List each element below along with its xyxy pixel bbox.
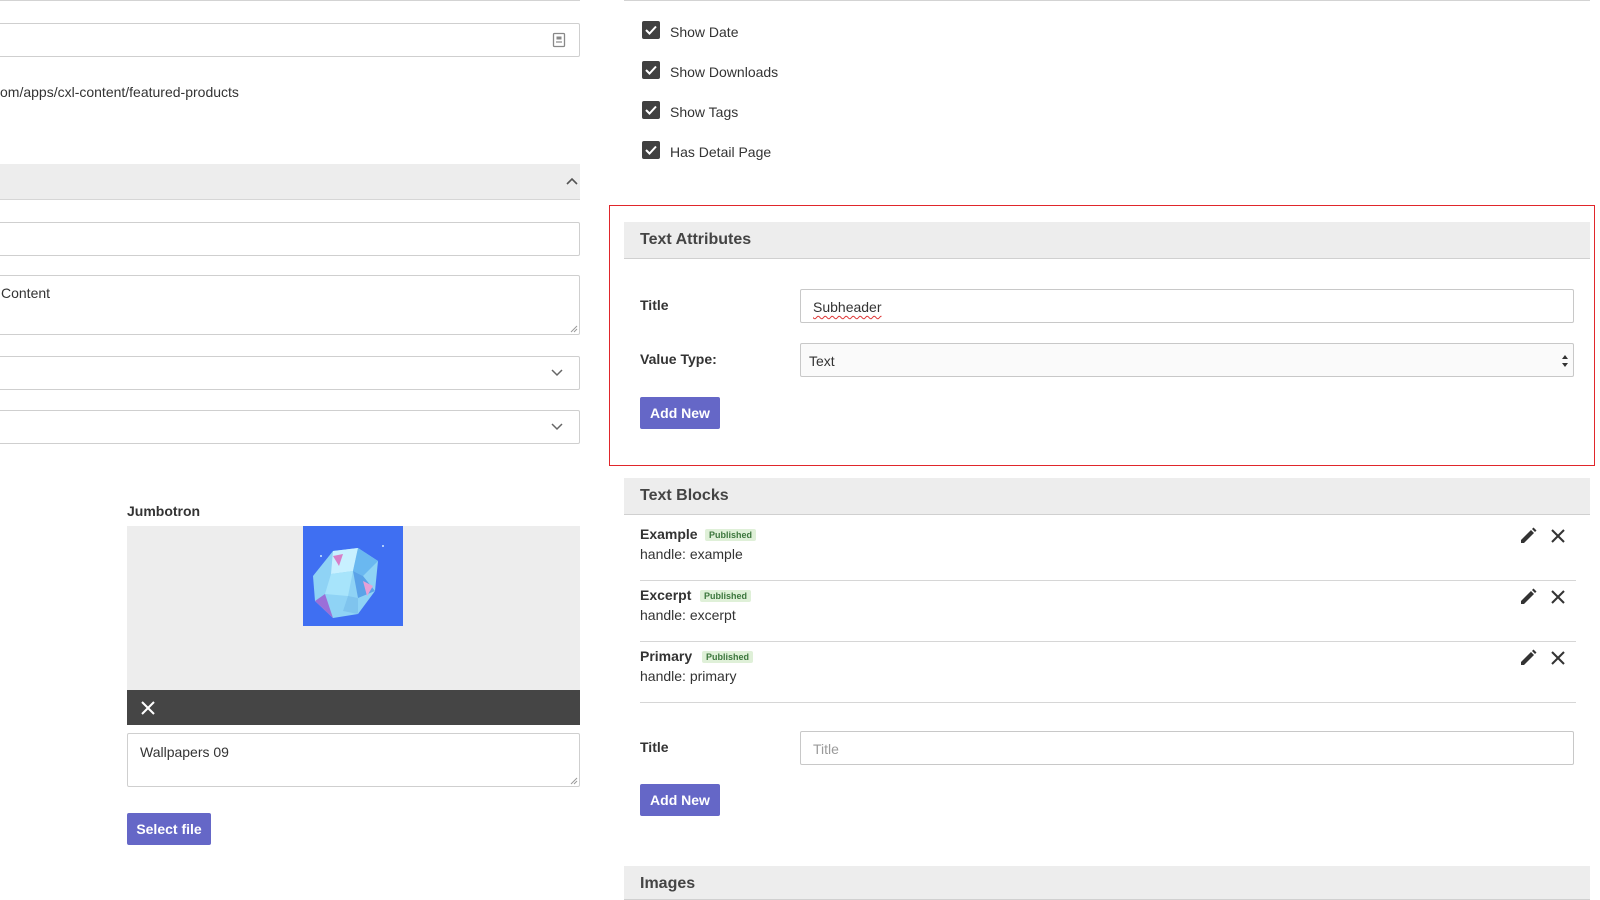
dropdown-select-1[interactable] — [0, 356, 580, 390]
delete-icon[interactable] — [1548, 526, 1568, 546]
text-block-name: Example — [640, 526, 698, 542]
text-block-name: Primary — [640, 648, 693, 664]
jumbotron-caption-value: Wallpapers 09 — [140, 744, 229, 760]
document-icon[interactable] — [552, 32, 566, 48]
chevron-down-icon[interactable] — [550, 368, 564, 378]
status-badge: Published — [700, 590, 752, 602]
jumbotron-caption-field[interactable]: Wallpapers 09 — [127, 733, 580, 787]
text-block-title-input[interactable]: Title — [800, 731, 1574, 765]
pencil-icon[interactable] — [1518, 526, 1538, 546]
text-block-title-label: Title — [640, 739, 669, 755]
checkbox-label-show-tags: Show Tags — [670, 104, 739, 120]
status-badge: Published — [702, 651, 754, 663]
collapsible-section-header[interactable] — [0, 164, 580, 200]
images-heading: Images — [640, 875, 696, 892]
check-icon — [645, 65, 657, 75]
file-path-field[interactable] — [0, 23, 580, 57]
pencil-icon[interactable] — [1518, 648, 1538, 668]
checkbox-show-downloads[interactable] — [642, 61, 660, 79]
delete-icon[interactable] — [1548, 648, 1568, 668]
textarea-value: Content — [1, 285, 51, 301]
add-new-attribute-button[interactable]: Add New — [640, 397, 720, 429]
text-attributes-heading: Text Attributes — [640, 231, 752, 248]
chevron-up-icon[interactable] — [565, 176, 579, 186]
checkbox-has-detail-page[interactable] — [642, 141, 660, 159]
resize-grip-icon[interactable] — [570, 777, 578, 785]
content-textarea[interactable]: Content — [0, 275, 580, 335]
check-icon — [645, 145, 657, 155]
text-block-row: Primary Published handle: primary — [640, 642, 1576, 703]
text-block-handle: handle: excerpt — [640, 607, 736, 623]
text-block-name: Excerpt — [640, 587, 692, 603]
title-label: Title — [640, 297, 669, 313]
add-new-text-block-button[interactable]: Add New — [640, 784, 720, 816]
close-icon[interactable] — [140, 700, 156, 716]
checkbox-label-show-date: Show Date — [670, 24, 739, 40]
jumbotron-thumbnail — [303, 526, 403, 626]
checkbox-label-show-downloads: Show Downloads — [670, 64, 779, 80]
text-block-row: Example Published handle: example — [640, 520, 1576, 581]
text-block-row: Excerpt Published handle: excerpt — [640, 581, 1576, 642]
checkbox-show-tags[interactable] — [642, 101, 660, 119]
jumbotron-preview — [127, 526, 580, 690]
text-block-handle: handle: primary — [640, 668, 737, 684]
delete-icon[interactable] — [1548, 587, 1568, 607]
text-blocks-header: Text Blocks — [624, 478, 1590, 515]
select-file-button[interactable]: Select file — [127, 813, 211, 845]
crystal-image — [303, 526, 403, 626]
top-divider-right — [624, 0, 1590, 1]
checkbox-show-date[interactable] — [642, 21, 660, 39]
text-blocks-heading: Text Blocks — [640, 487, 729, 504]
status-badge: Published — [705, 529, 757, 541]
select-arrows-icon — [1562, 355, 1568, 367]
images-header: Images — [624, 866, 1590, 900]
title-input[interactable]: Subheader — [800, 289, 1574, 323]
jumbotron-toolbar — [127, 690, 580, 725]
pencil-icon[interactable] — [1518, 587, 1538, 607]
dropdown-select-2[interactable] — [0, 410, 580, 444]
jumbotron-label: Jumbotron — [127, 503, 201, 519]
check-icon — [645, 105, 657, 115]
text-block-title-placeholder: Title — [813, 741, 839, 757]
top-divider-left — [0, 0, 580, 1]
content-url-path: om/apps/cxl-content/featured-products — [0, 84, 239, 100]
value-type-select[interactable]: Text — [800, 343, 1574, 377]
value-type-selected: Text — [809, 353, 835, 369]
chevron-down-icon[interactable] — [550, 422, 564, 432]
resize-grip-icon[interactable] — [570, 325, 578, 333]
text-block-handle: handle: example — [640, 546, 743, 562]
text-input-field[interactable] — [0, 222, 580, 256]
title-input-value: Subheader — [813, 299, 882, 315]
checkbox-label-has-detail-page: Has Detail Page — [670, 144, 772, 160]
value-type-label: Value Type: — [640, 351, 717, 367]
text-attributes-header: Text Attributes — [624, 222, 1590, 259]
check-icon — [645, 25, 657, 35]
